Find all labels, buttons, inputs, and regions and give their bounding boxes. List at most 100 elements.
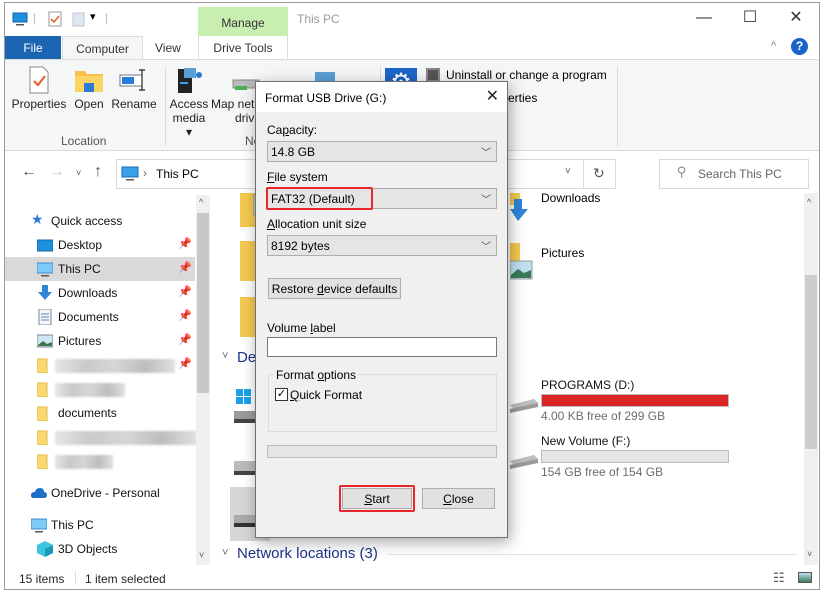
breadcrumb-separator: › [143, 166, 147, 180]
drive-d-icon[interactable] [510, 395, 538, 419]
drive-d-name[interactable]: PROGRAMS (D:) [541, 378, 634, 392]
help-icon[interactable]: ? [791, 38, 808, 55]
folder-pictures-label[interactable]: Pictures [541, 246, 584, 260]
pin-icon[interactable]: 📌 [178, 237, 192, 250]
scroll-thumb[interactable] [197, 213, 209, 393]
new-folder-qat-icon[interactable] [71, 11, 87, 27]
scroll-down-icon[interactable]: ˅ [807, 549, 812, 559]
scroll-thumb[interactable] [805, 275, 817, 449]
drive-d-usage-fill [542, 395, 728, 406]
back-button[interactable]: ← [21, 163, 37, 181]
up-button[interactable]: ↑ [94, 163, 102, 181]
pin-icon[interactable]: 📌 [178, 285, 192, 298]
map-network-drive-button[interactable]: Map net drive [211, 66, 261, 125]
search-icon: ⚲ [677, 164, 687, 179]
access-media-button[interactable]: Access media ▾ [169, 66, 209, 139]
navigation-pane: ★ Quick access Desktop 📌 This PC 📌 Downl… [5, 195, 210, 565]
volume-label-input[interactable] [267, 337, 497, 357]
scroll-down-icon[interactable]: ˅ [199, 550, 204, 560]
details-view-icon[interactable]: ☷ [773, 570, 785, 586]
open-button[interactable]: Open [71, 66, 107, 111]
properties-qat-icon[interactable] [47, 11, 63, 27]
quick-format-checkbox[interactable]: ✓ [275, 388, 288, 401]
nav-label: OneDrive - Personal [51, 486, 160, 500]
allocation-size-select[interactable]: 8192 bytes ﹀ [267, 235, 497, 256]
system-properties-link[interactable]: erties [508, 91, 537, 105]
close-button[interactable]: ✕ [773, 3, 819, 33]
pictures-folder-icon[interactable] [510, 243, 536, 281]
collapse-chevron-icon[interactable]: ˅ [222, 350, 228, 362]
nav-quick-access[interactable]: ★ Quick access [5, 209, 195, 233]
allocation-size-value: 8192 bytes [271, 239, 330, 253]
collapse-ribbon-icon[interactable]: ^ [771, 40, 776, 52]
blurred-label [55, 431, 197, 445]
uninstall-program-link[interactable]: Uninstall or change a program [446, 68, 607, 82]
restore-defaults-button[interactable]: Restore device defaults [268, 278, 401, 299]
nav-onedrive[interactable]: OneDrive - Personal [5, 481, 195, 505]
nav-folder[interactable]: 📌 [5, 353, 195, 377]
nav-this-pc[interactable]: This PC [5, 513, 195, 537]
forward-button[interactable]: → [49, 163, 65, 181]
minimize-button[interactable]: — [681, 3, 727, 33]
pin-icon[interactable]: 📌 [178, 357, 192, 370]
scroll-up-icon[interactable]: ^ [807, 197, 811, 207]
refresh-icon[interactable]: ↻ [593, 165, 605, 182]
collapse-chevron-icon[interactable]: ˅ [222, 547, 228, 559]
status-bar: 15 items 1 item selected ☷ [5, 569, 819, 589]
nav-label: Desktop [58, 238, 103, 252]
folder-downloads-label[interactable]: Downloads [541, 193, 600, 205]
nav-item-this-pc[interactable]: This PC 📌 [5, 257, 195, 281]
downloads-arrow-icon[interactable] [510, 193, 536, 227]
nav-item-downloads[interactable]: Downloads 📌 [5, 281, 195, 305]
recent-locations-button[interactable]: ˅ [76, 168, 81, 178]
separator [583, 160, 584, 188]
nav-folder-documents[interactable]: documents [5, 401, 195, 425]
customize-qat-icon[interactable]: ▾ [90, 10, 96, 23]
nav-folder[interactable] [5, 377, 195, 401]
nav-3d-objects[interactable]: 3D Objects [5, 537, 195, 561]
pin-icon[interactable]: 📌 [178, 261, 192, 274]
breadcrumb-this-pc[interactable]: This PC [156, 167, 199, 181]
close-dialog-button[interactable]: Close [422, 488, 495, 509]
drive-f-name[interactable]: New Volume (F:) [541, 434, 630, 448]
ribbon-separator [165, 66, 166, 146]
rename-icon [119, 69, 145, 91]
quick-access-star-icon: ★ [31, 211, 44, 227]
properties-button[interactable]: Properties [11, 66, 67, 111]
folder-icon [37, 382, 48, 397]
tab-file[interactable]: File [5, 36, 61, 60]
quick-format-label[interactable]: Quick Format [290, 388, 362, 402]
nav-label: This PC [51, 518, 94, 532]
allocation-size-label: Allocation unit size [267, 217, 367, 231]
nav-scrollbar[interactable]: ^ ˅ [196, 195, 210, 565]
rename-button[interactable]: Rename [111, 66, 157, 111]
open-label: Open [74, 97, 104, 111]
pin-icon[interactable]: 📌 [178, 309, 192, 322]
content-scrollbar[interactable]: ^ ˅ [804, 193, 818, 565]
tab-drive-tools[interactable]: Drive Tools [198, 36, 288, 60]
pin-icon[interactable]: 📌 [178, 333, 192, 346]
maximize-button[interactable]: ☐ [727, 3, 773, 33]
start-button-highlight [339, 485, 415, 512]
network-section-heading[interactable]: Network locations (3) [237, 545, 378, 562]
tab-computer[interactable]: Computer [62, 36, 143, 60]
scroll-up-icon[interactable]: ^ [199, 197, 203, 207]
drive-f-usage-bar [541, 450, 729, 463]
nav-item-desktop[interactable]: Desktop 📌 [5, 233, 195, 257]
nav-item-documents[interactable]: Documents 📌 [5, 305, 195, 329]
drive-f-icon[interactable] [510, 451, 538, 475]
large-icons-view-icon[interactable] [798, 572, 812, 583]
nav-folder[interactable] [5, 449, 195, 473]
manage-context-tab[interactable]: Manage [198, 7, 288, 36]
address-dropdown-icon[interactable]: ˅ [565, 166, 571, 177]
pictures-icon [37, 334, 53, 348]
nav-item-pictures[interactable]: Pictures 📌 [5, 329, 195, 353]
properties-icon [29, 66, 49, 94]
chevron-down-icon: ﹀ [481, 242, 491, 253]
tab-view[interactable]: View [143, 36, 193, 60]
dialog-close-icon[interactable]: ✕ [486, 86, 499, 106]
nav-folder[interactable] [5, 425, 197, 449]
drive-d-free-space: 4.00 KB free of 299 GB [541, 409, 666, 423]
item-count: 15 items [19, 572, 65, 586]
capacity-select[interactable]: 14.8 GB ﹀ [267, 141, 497, 162]
